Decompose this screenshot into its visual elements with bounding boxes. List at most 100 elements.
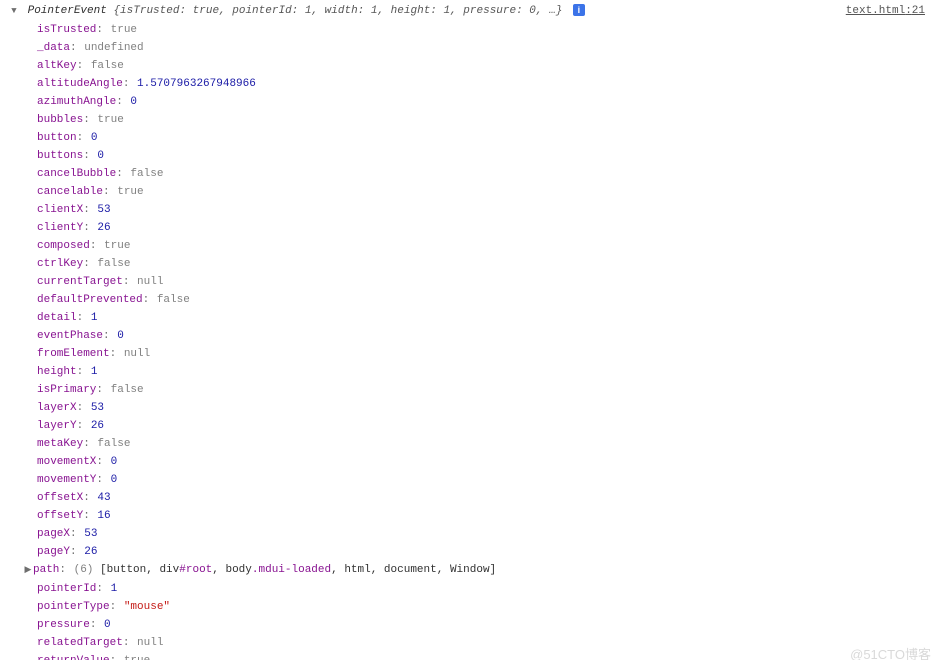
property-value: 0 — [111, 474, 118, 486]
property-value: undefined — [84, 42, 143, 54]
property-row[interactable]: eventPhase: 0 — [37, 327, 939, 345]
property-row[interactable]: altitudeAngle: 1.5707963267948966 — [37, 75, 939, 93]
property-key: isTrusted — [37, 24, 96, 36]
property-row[interactable]: movementX: 0 — [37, 453, 939, 471]
property-row[interactable]: bubbles: true — [37, 111, 939, 129]
property-row[interactable]: pointerType: "mouse" — [37, 598, 939, 616]
log-summary[interactable]: PointerEvent {isTrusted: true, pointerId… — [10, 2, 585, 21]
property-key: path — [33, 564, 59, 576]
property-row[interactable]: layerY: 26 — [37, 417, 939, 435]
property-row[interactable]: ctrlKey: false — [37, 255, 939, 273]
property-key: bubbles — [37, 114, 83, 126]
property-value: true — [104, 240, 130, 252]
property-row[interactable]: currentTarget: null — [37, 273, 939, 291]
property-row[interactable]: azimuthAngle: 0 — [37, 93, 939, 111]
property-value: 26 — [91, 420, 104, 432]
property-key: currentTarget — [37, 276, 123, 288]
property-value: true — [97, 114, 123, 126]
property-key: isPrimary — [37, 384, 96, 396]
property-value: null — [137, 276, 163, 288]
array-preview: [button, div#root, body.mdui-loaded, htm… — [100, 564, 496, 576]
property-value: false — [157, 294, 190, 306]
array-count: (6) — [74, 564, 94, 576]
property-value: 1 — [91, 366, 98, 378]
property-key: buttons — [37, 150, 83, 162]
property-value: false — [97, 258, 130, 270]
property-key: height — [37, 366, 77, 378]
property-row[interactable]: pointerId: 1 — [37, 580, 939, 598]
property-row[interactable]: altKey: false — [37, 57, 939, 75]
property-value: 26 — [97, 222, 110, 234]
property-key: offsetY — [37, 510, 83, 522]
property-row[interactable]: detail: 1 — [37, 309, 939, 327]
property-key: pageY — [37, 546, 70, 558]
property-row[interactable]: isPrimary: false — [37, 381, 939, 399]
property-value: 0 — [91, 132, 98, 144]
property-value: false — [130, 168, 163, 180]
property-value: null — [124, 348, 150, 360]
property-key: altKey — [37, 60, 77, 72]
property-key: cancelable — [37, 186, 103, 198]
property-key: clientY — [37, 222, 83, 234]
property-row[interactable]: button: 0 — [37, 129, 939, 147]
console-log-entry: PointerEvent {isTrusted: true, pointerId… — [0, 2, 939, 21]
class-name[interactable]: PointerEvent — [28, 5, 107, 17]
property-value: null — [137, 637, 163, 649]
property-row[interactable]: offsetX: 43 — [37, 489, 939, 507]
property-key: movementY — [37, 474, 96, 486]
property-row[interactable]: cancelBubble: false — [37, 165, 939, 183]
property-value: 0 — [130, 96, 137, 108]
property-value: 1 — [91, 312, 98, 324]
property-row[interactable]: relatedTarget: null — [37, 634, 939, 652]
property-value: 1.5707963267948966 — [137, 78, 256, 90]
property-value: 53 — [91, 402, 104, 414]
disclosure-triangle-icon[interactable] — [24, 561, 32, 580]
property-row[interactable]: fromElement: null — [37, 345, 939, 363]
info-icon[interactable]: i — [573, 4, 585, 16]
property-value: 1 — [111, 583, 118, 595]
property-row[interactable]: movementY: 0 — [37, 471, 939, 489]
property-value: false — [97, 438, 130, 450]
property-row[interactable]: height: 1 — [37, 363, 939, 381]
console-panel: PointerEvent {isTrusted: true, pointerId… — [0, 0, 945, 660]
property-key: pointerId — [37, 583, 96, 595]
property-key: relatedTarget — [37, 637, 123, 649]
property-row[interactable]: returnValue: true — [37, 652, 939, 660]
property-row[interactable]: layerX: 53 — [37, 399, 939, 417]
property-key: returnValue — [37, 655, 110, 660]
property-row[interactable]: pageX: 53 — [37, 525, 939, 543]
property-row[interactable]: pageY: 26 — [37, 543, 939, 561]
property-value: 43 — [97, 492, 110, 504]
property-value: 53 — [84, 528, 97, 540]
property-row[interactable]: metaKey: false — [37, 435, 939, 453]
property-key: fromElement — [37, 348, 110, 360]
property-row[interactable]: defaultPrevented: false — [37, 291, 939, 309]
source-link[interactable]: text.html:21 — [846, 2, 925, 20]
property-key: pointerType — [37, 601, 110, 613]
property-row[interactable]: isTrusted: true — [37, 21, 939, 39]
property-value: 26 — [84, 546, 97, 558]
property-key: pressure — [37, 619, 90, 631]
disclosure-triangle-icon[interactable] — [10, 2, 18, 21]
property-row[interactable]: pressure: 0 — [37, 616, 939, 634]
property-key: cancelBubble — [37, 168, 116, 180]
summary-body: {isTrusted: true, pointerId: 1, width: 1… — [113, 5, 562, 17]
property-row[interactable]: clientX: 53 — [37, 201, 939, 219]
property-row[interactable]: clientY: 26 — [37, 219, 939, 237]
property-row[interactable]: composed: true — [37, 237, 939, 255]
property-key: composed — [37, 240, 90, 252]
property-value: false — [91, 60, 124, 72]
object-summary[interactable]: PointerEvent {isTrusted: true, pointerId… — [28, 5, 569, 17]
property-row[interactable]: path: (6) [button, div#root, body.mdui-l… — [24, 561, 939, 580]
property-value: 0 — [111, 456, 118, 468]
property-row[interactable]: _data: undefined — [37, 39, 939, 57]
property-key: metaKey — [37, 438, 83, 450]
property-row[interactable]: buttons: 0 — [37, 147, 939, 165]
property-key: eventPhase — [37, 330, 103, 342]
property-row[interactable]: cancelable: true — [37, 183, 939, 201]
property-value: false — [111, 384, 144, 396]
property-key: movementX — [37, 456, 96, 468]
property-row[interactable]: offsetY: 16 — [37, 507, 939, 525]
property-key: _data — [37, 42, 70, 54]
property-value: true — [117, 186, 143, 198]
